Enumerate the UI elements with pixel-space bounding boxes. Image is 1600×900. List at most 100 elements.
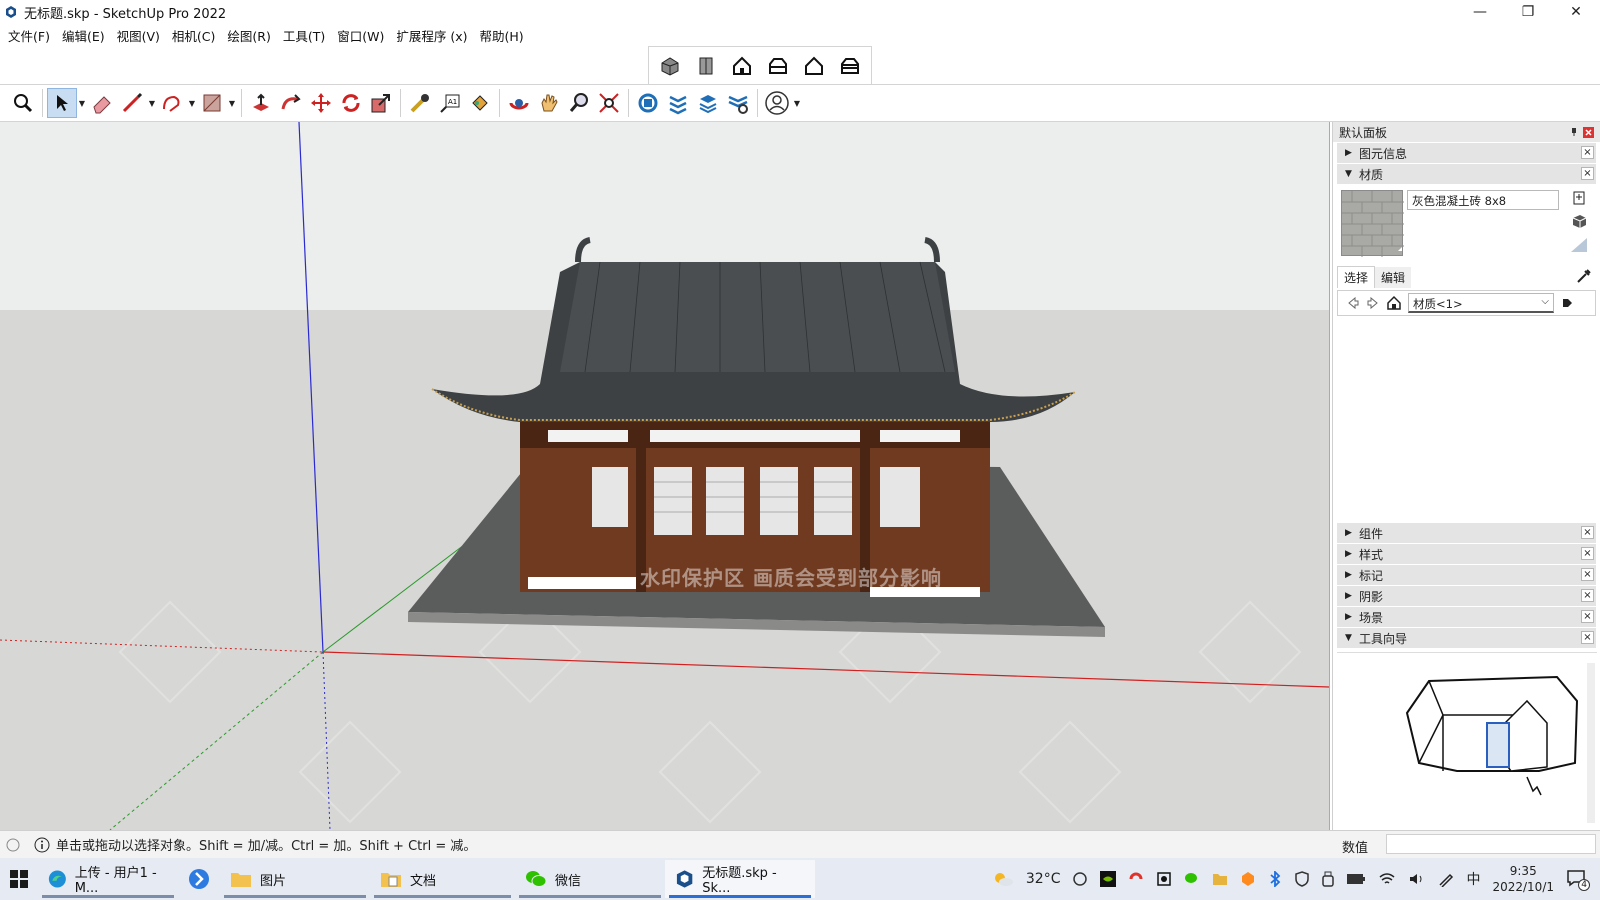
taskbar-item-edge[interactable]: 上传 - 用户1 - M... [38, 860, 178, 898]
reset-material-icon[interactable] [1572, 190, 1586, 206]
pen-icon[interactable] [1438, 871, 1454, 887]
close-section-icon[interactable]: × [1581, 146, 1594, 159]
arc-tool-dropdown-icon[interactable]: ▼ [187, 88, 197, 118]
menu-file[interactable]: 文件(F) [2, 26, 56, 45]
orbit-tool-icon[interactable] [504, 88, 534, 118]
close-panel-icon[interactable] [1583, 126, 1594, 138]
account-dropdown-icon[interactable]: ▼ [792, 88, 802, 118]
ime-indicator[interactable]: 中 [1466, 869, 1480, 889]
menu-window[interactable]: 窗口(W) [331, 26, 390, 45]
section-tags[interactable]: ▶ 标记 × [1337, 565, 1596, 585]
left-view-icon[interactable] [835, 51, 865, 81]
section-scenes[interactable]: ▶ 场景 × [1337, 607, 1596, 627]
section-materials[interactable]: ▼ 材质 × [1337, 164, 1596, 184]
tab-edit[interactable]: 编辑 [1375, 266, 1412, 288]
clock[interactable]: 9:35 2022/10/1 [1492, 863, 1554, 895]
push-pull-tool-icon[interactable] [246, 88, 276, 118]
weather-icon[interactable] [992, 870, 1014, 888]
rotate-tool-icon[interactable] [336, 88, 366, 118]
menu-view[interactable]: 视图(V) [111, 26, 166, 45]
temperature[interactable]: 32°C [1026, 871, 1061, 887]
material-name-field[interactable]: 灰色混凝土砖 8x8 [1407, 190, 1559, 210]
taskbar-item-pinned-app[interactable] [178, 860, 220, 898]
warehouse-icon[interactable] [633, 88, 663, 118]
back-view-icon[interactable] [799, 51, 829, 81]
material-swatch[interactable] [1341, 190, 1404, 257]
close-section-icon[interactable]: × [1581, 589, 1594, 602]
notification-center-icon[interactable]: 4 [1566, 869, 1590, 891]
front-view-icon[interactable] [727, 51, 757, 81]
defender-icon[interactable] [1294, 871, 1310, 887]
section-shadows[interactable]: ▶ 阴影 × [1337, 586, 1596, 606]
default-material-icon[interactable] [1569, 236, 1589, 254]
minimize-button[interactable]: — [1456, 0, 1504, 24]
tape-measure-tool-icon[interactable] [405, 88, 435, 118]
volume-icon[interactable] [1408, 872, 1426, 886]
info-icon[interactable] [34, 837, 50, 853]
menu-help[interactable]: 帮助(H) [474, 26, 530, 45]
menu-camera[interactable]: 相机(C) [166, 26, 221, 45]
section-entity-info[interactable]: ▶ 图元信息 × [1337, 143, 1596, 163]
bluetooth-icon[interactable] [1268, 871, 1282, 887]
create-material-icon[interactable] [1570, 212, 1588, 230]
close-section-icon[interactable]: × [1581, 631, 1594, 644]
tab-select[interactable]: 选择 [1337, 266, 1376, 288]
select-tool-icon[interactable] [47, 88, 77, 118]
wechat-tray-icon[interactable] [1184, 871, 1200, 887]
restore-button[interactable]: ❐ [1504, 0, 1552, 24]
tray-security-icon[interactable] [1156, 871, 1172, 887]
line-tool-dropdown-icon[interactable]: ▼ [147, 88, 157, 118]
library-select[interactable]: 材质<1> ⌵ [1408, 293, 1554, 313]
rectangle-tool-icon[interactable] [197, 88, 227, 118]
back-arrow-icon[interactable] [1346, 296, 1360, 310]
battery-icon[interactable] [1346, 873, 1366, 885]
paint-bucket-tool-icon[interactable] [465, 88, 495, 118]
pin-icon[interactable] [1569, 127, 1579, 137]
move-tool-icon[interactable] [306, 88, 336, 118]
taskbar-item-wechat[interactable]: 微信 [515, 860, 665, 898]
top-view-icon[interactable] [691, 51, 721, 81]
pan-tool-icon[interactable] [534, 88, 564, 118]
menu-draw[interactable]: 绘图(R) [221, 26, 276, 45]
right-view-icon[interactable] [763, 51, 793, 81]
arc-tool-icon[interactable] [157, 88, 187, 118]
close-section-icon[interactable]: × [1581, 547, 1594, 560]
tray-red-icon[interactable] [1128, 871, 1144, 887]
iso-view-icon[interactable] [655, 51, 685, 81]
nvidia-icon[interactable] [1100, 871, 1117, 887]
section-instructor[interactable]: ▼ 工具向导 × [1337, 628, 1596, 648]
tray-app-icon[interactable] [1072, 871, 1088, 887]
select-tool-dropdown-icon[interactable]: ▼ [77, 88, 87, 118]
zoom-tool-icon[interactable] [564, 88, 594, 118]
close-section-icon[interactable]: × [1581, 167, 1594, 180]
close-window-button[interactable]: ✕ [1552, 0, 1600, 24]
geo-location-icon[interactable] [6, 838, 20, 852]
usb-icon[interactable] [1322, 871, 1335, 887]
home-icon[interactable] [1386, 295, 1402, 311]
model-viewport[interactable]: 水印保护区 画质会受到部分影响 [0, 122, 1330, 830]
layout-icon[interactable] [693, 88, 723, 118]
start-button[interactable] [0, 860, 38, 898]
scale-tool-icon[interactable] [366, 88, 396, 118]
extension-manager-icon[interactable] [723, 88, 753, 118]
tray-folder-icon[interactable] [1212, 871, 1228, 887]
extension-warehouse-icon[interactable] [663, 88, 693, 118]
zoom-extents-icon[interactable] [8, 88, 38, 118]
sample-paint-icon[interactable] [1576, 268, 1592, 284]
wifi-icon[interactable] [1378, 872, 1396, 886]
material-list[interactable] [1337, 318, 1596, 522]
taskbar-item-sketchup[interactable]: 无标题.skp - Sk... [665, 860, 815, 898]
eraser-tool-icon[interactable] [87, 88, 117, 118]
menu-tools[interactable]: 工具(T) [277, 26, 331, 45]
line-tool-icon[interactable] [117, 88, 147, 118]
tray-orange-icon[interactable] [1240, 871, 1256, 887]
measurements-input[interactable] [1386, 834, 1596, 854]
zoom-window-icon[interactable] [594, 88, 624, 118]
close-section-icon[interactable]: × [1581, 568, 1594, 581]
close-section-icon[interactable]: × [1581, 610, 1594, 623]
close-section-icon[interactable]: × [1581, 526, 1594, 539]
account-icon[interactable] [762, 88, 792, 118]
section-components[interactable]: ▶ 组件 × [1337, 523, 1596, 543]
menu-extensions[interactable]: 扩展程序 (x) [390, 26, 473, 45]
follow-me-tool-icon[interactable] [276, 88, 306, 118]
